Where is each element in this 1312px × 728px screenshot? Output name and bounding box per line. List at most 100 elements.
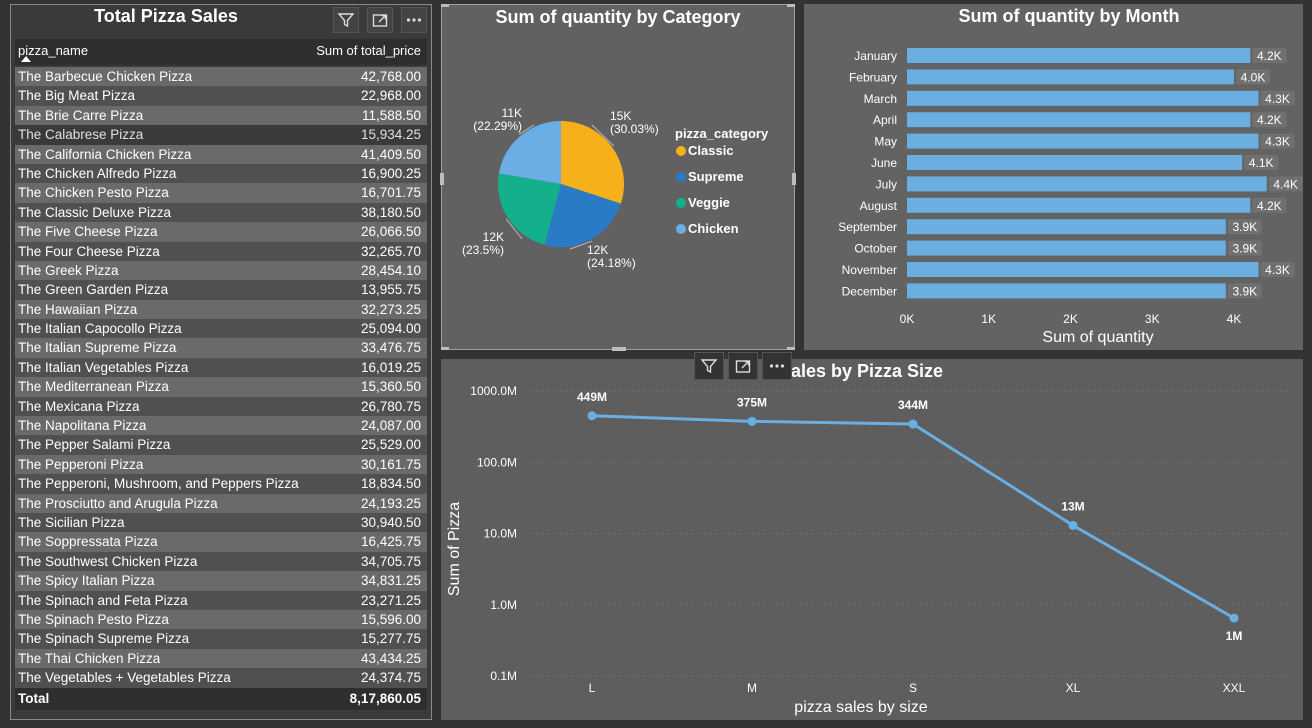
resize-handle[interactable] bbox=[440, 173, 444, 185]
row-pizza-name: The Pepperoni, Mushroom, and Peppers Piz… bbox=[18, 476, 299, 492]
table-row[interactable]: The Green Garden Pizza 13,955.75 bbox=[15, 280, 427, 300]
table-row[interactable]: The Five Cheese Pizza 26,066.50 bbox=[15, 222, 427, 242]
legend-label-chicken[interactable]: Chicken bbox=[688, 221, 739, 236]
line-point-xxl[interactable] bbox=[1229, 613, 1239, 623]
bar-april[interactable] bbox=[907, 112, 1251, 128]
bar-data-label: 4.2K bbox=[1257, 113, 1282, 127]
legend-label-supreme[interactable]: Supreme bbox=[688, 169, 744, 184]
table-row[interactable]: The Chicken Pesto Pizza 16,701.75 bbox=[15, 183, 427, 203]
table-row[interactable]: The Spinach and Feta Pizza 23,271.25 bbox=[15, 590, 427, 610]
focus-mode-icon[interactable] bbox=[728, 352, 758, 380]
more-options-icon[interactable] bbox=[762, 352, 792, 380]
size-line-chart-panel[interactable]: Sales by Pizza Size 1000.0M 100.0M 10.0M 1.… bbox=[441, 352, 1303, 720]
table-row[interactable]: The Pepperoni Pizza 30,161.75 bbox=[15, 454, 427, 475]
row-total-price: 18,834.50 bbox=[360, 476, 421, 492]
month-bar-chart-panel[interactable]: Sum of quantity by Month January 4.2K Febr… bbox=[804, 4, 1303, 350]
category-pie-chart-panel[interactable]: Sum of quantity by Category 15K (30.03%) 1… bbox=[440, 4, 796, 351]
row-pizza-name: The Italian Supreme Pizza bbox=[18, 340, 177, 356]
line-data-label: 1M bbox=[1226, 629, 1243, 643]
row-total-price: 15,596.00 bbox=[360, 611, 421, 627]
bar-x-tick-label: 3K bbox=[1145, 312, 1160, 326]
bar-june[interactable] bbox=[907, 155, 1243, 170]
filter-icon[interactable] bbox=[694, 352, 724, 380]
line-x-tick-label: XXL bbox=[1223, 681, 1246, 695]
line-y-tick-label: 1000.0M bbox=[470, 384, 517, 398]
focus-mode-icon[interactable] bbox=[367, 7, 393, 33]
table-row[interactable]: The Southwest Chicken Pizza 34,705.75 bbox=[15, 551, 427, 572]
table-row[interactable]: The Pepper Salami Pizza 25,529.00 bbox=[15, 435, 427, 455]
line-point-s[interactable] bbox=[908, 419, 918, 429]
table-row[interactable]: The California Chicken Pizza 41,409.50 bbox=[15, 144, 427, 164]
row-pizza-name: The Barbecue Chicken Pizza bbox=[18, 69, 193, 84]
bar-november[interactable] bbox=[907, 262, 1259, 277]
bar-x-axis-title: Sum of quantity bbox=[1042, 329, 1153, 346]
row-pizza-name: The Sicilian Pizza bbox=[18, 514, 125, 530]
pie-data-label: (24.18%) bbox=[587, 256, 636, 270]
table-row[interactable]: The Spinach Pesto Pizza 15,596.00 bbox=[15, 609, 427, 630]
table-row[interactable]: The Classic Deluxe Pizza 38,180.50 bbox=[15, 202, 427, 223]
pie-data-label: (22.29%) bbox=[473, 119, 522, 133]
bar-data-label: 4.1K bbox=[1249, 156, 1274, 170]
bar-may[interactable] bbox=[907, 133, 1259, 149]
legend-marker-classic bbox=[676, 146, 686, 156]
more-options-icon[interactable] bbox=[401, 7, 427, 33]
table-row[interactable]: The Sicilian Pizza 30,940.50 bbox=[15, 512, 427, 533]
bar-x-tick-label: 4K bbox=[1227, 312, 1242, 326]
resize-handle[interactable] bbox=[792, 173, 796, 185]
table-row[interactable]: The Chicken Alfredo Pizza 16,900.25 bbox=[15, 163, 427, 184]
table-row[interactable]: The Greek Pizza 28,454.10 bbox=[15, 260, 427, 281]
table-row[interactable]: The Vegetables + Vegetables Pizza 24,374.… bbox=[15, 668, 427, 688]
bar-august[interactable] bbox=[907, 197, 1251, 213]
legend-label-classic[interactable]: Classic bbox=[688, 143, 734, 158]
table-row[interactable]: The Italian Capocollo Pizza 25,094.00 bbox=[15, 319, 427, 339]
table-row[interactable]: The Spinach Supreme Pizza 15,277.75 bbox=[15, 629, 427, 649]
line-y-tick-label: 100.0M bbox=[477, 455, 517, 469]
table-row[interactable]: The Four Cheese Pizza 32,265.70 bbox=[15, 241, 427, 261]
resize-handle[interactable] bbox=[612, 347, 626, 351]
bar-category-label: October bbox=[854, 242, 897, 256]
resize-corner[interactable] bbox=[787, 4, 795, 7]
row-total-price: 24,193.25 bbox=[360, 495, 421, 511]
line-point-xl[interactable] bbox=[1068, 520, 1078, 530]
pie-data-label: 11K bbox=[502, 106, 522, 120]
bar-september[interactable] bbox=[907, 219, 1226, 235]
filter-icon[interactable] bbox=[333, 7, 359, 33]
resize-corner[interactable] bbox=[787, 347, 795, 350]
table-row[interactable]: The Soppressata Pizza 16,425.75 bbox=[15, 532, 427, 552]
sort-ascending-icon[interactable] bbox=[21, 56, 31, 62]
legend-label-veggie[interactable]: Veggie bbox=[688, 195, 730, 210]
size-line-chart: Sales by Pizza Size 1000.0M 100.0M 10.0M 1.… bbox=[446, 361, 1291, 716]
table-row[interactable]: The Italian Vegetables Pizza 16,019.25 bbox=[15, 357, 427, 378]
table-row[interactable]: The Hawaiian Pizza 32,273.25 bbox=[15, 299, 427, 320]
table-row[interactable]: The Mexicana Pizza 26,780.75 bbox=[15, 396, 427, 417]
line-point-m[interactable] bbox=[747, 416, 757, 426]
row-total-price: 16,701.75 bbox=[360, 185, 421, 201]
table-row[interactable]: The Napolitana Pizza 24,087.00 bbox=[15, 416, 427, 436]
bar-january[interactable] bbox=[907, 48, 1251, 63]
table-row[interactable]: The Italian Supreme Pizza 33,476.75 bbox=[15, 338, 427, 358]
row-pizza-name: The Five Cheese Pizza bbox=[18, 224, 158, 240]
resize-corner[interactable] bbox=[441, 4, 449, 7]
table-row[interactable]: The Calabrese Pizza 15,934.25 bbox=[15, 125, 427, 145]
row-total-price: 38,180.50 bbox=[360, 204, 421, 220]
bar-march[interactable] bbox=[907, 90, 1259, 106]
bar-july[interactable] bbox=[907, 176, 1267, 192]
line-chart-title: Sales by Pizza Size bbox=[779, 361, 943, 381]
table-row[interactable]: The Thai Chicken Pizza 43,434.25 bbox=[15, 648, 427, 669]
bar-october[interactable] bbox=[907, 240, 1226, 256]
table-row[interactable]: The Pepperoni, Mushroom, and Peppers Piz… bbox=[15, 474, 427, 494]
line-data-label: 375M bbox=[737, 395, 767, 409]
table-row[interactable]: The Big Meat Pizza 22,968.00 bbox=[15, 86, 427, 106]
table-row[interactable]: The Barbecue Chicken Pizza 42,768.00 bbox=[15, 67, 427, 87]
bar-february[interactable] bbox=[907, 69, 1234, 85]
column-header-total-price[interactable]: Sum of total_price bbox=[316, 43, 421, 58]
table-row[interactable]: The Spicy Italian Pizza 34,831.25 bbox=[15, 571, 427, 591]
table-row[interactable]: The Mediterranean Pizza 15,360.50 bbox=[15, 377, 427, 397]
bar-december[interactable] bbox=[907, 283, 1226, 299]
row-total-price: 41,409.50 bbox=[360, 146, 421, 162]
pie-data-label: (30.03%) bbox=[610, 122, 659, 136]
resize-corner[interactable] bbox=[441, 347, 449, 350]
table-row[interactable]: The Prosciutto and Arugula Pizza 24,193.2… bbox=[15, 493, 427, 513]
line-point-l[interactable] bbox=[587, 411, 597, 421]
table-row[interactable]: The Brie Carre Pizza 11,588.50 bbox=[15, 105, 427, 126]
